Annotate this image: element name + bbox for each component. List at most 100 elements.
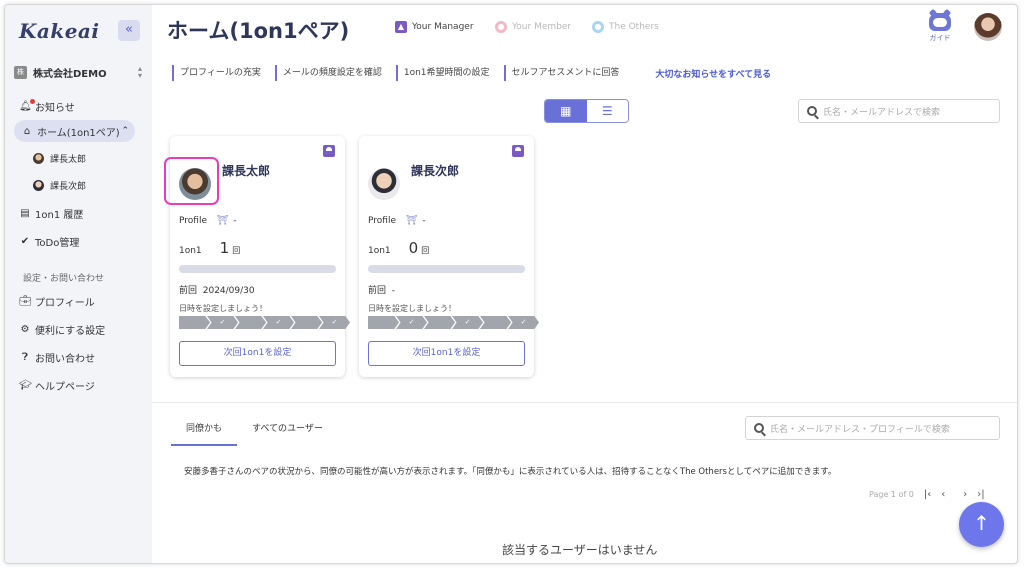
notice-links: プロフィールの充実 メールの頻度設定を確認 1on1希望時間の設定 セルフアセス… [172,65,771,81]
step-segment [291,316,322,329]
link-self-assessment[interactable]: セルフアセスメントに回答 [503,65,619,81]
previous-label: 前回 [179,286,198,296]
manager-badge-icon [323,145,335,157]
settings-section-label: 設定・お問い合わせ [23,274,105,284]
next-page-icon[interactable]: › [963,489,967,500]
sidebar-item-preferences[interactable]: ⚙ 便利にする設定 [19,320,106,338]
pair-name: 課長次郎 [411,164,460,178]
others-icon: ● [592,21,604,33]
manager-badge-icon [512,145,524,157]
step-segment [424,316,455,329]
last-page-icon[interactable]: ›| [977,489,984,500]
question-icon: ❓︎ [21,351,28,363]
progress-bar [179,265,336,273]
link-profile[interactable]: プロフィールの充実 [172,65,261,81]
search-icon [807,106,817,116]
company-switcher[interactable]: 株 株式会社DEMO ▴ ▾ [14,63,142,81]
collapse-sidebar-button[interactable]: « [118,20,140,41]
company-badge: 株 [14,65,27,79]
count-label: 1on1 [368,246,391,256]
role-label: Your Member [512,22,572,32]
step-check-icon: ✓ [508,316,539,329]
step-check-icon: ✓ [207,316,238,329]
briefcase-icon: 💼︎ [19,295,32,307]
step-segment [368,316,399,329]
sidebar-item-notifications[interactable]: 🔔︎ お知らせ [19,96,75,116]
company-name: 株式会社DEMO [33,68,107,80]
sidebar-item-history[interactable]: ▤ 1on1 履歴 [19,204,83,222]
pair-search-field[interactable]: 氏名・メールアドレスで検索 [798,99,1000,123]
step-progress: ✓ ✓ ✓ [368,316,539,329]
schedule-next-1on1-button[interactable]: 次回1on1を設定 [179,341,336,366]
profile-label: Profile [179,216,207,226]
double-chevron-left-icon: « [125,22,133,37]
pair-name: 課長太郎 [222,164,271,178]
cake-icon: ⛩︎ [405,216,418,226]
user-search-field[interactable]: 氏名・メールアドレス・プロフィールで検索 [745,416,1000,440]
role-filter-others[interactable]: ● The Others [592,21,659,33]
prev-page-icon[interactable]: ‹ [941,489,945,500]
grid-icon: ▦ [560,104,572,118]
sidebar: Kakeai « 株 株式会社DEMO ▴ ▾ 🔔︎ お知らせ ⌂ ホーム(1on… [5,5,152,563]
schedule-next-1on1-button[interactable]: 次回1on1を設定 [368,341,525,366]
role-filter-manager[interactable]: ▲ Your Manager [395,21,474,33]
guide-label: ガイド [929,34,951,42]
sidebar-item-label: ヘルプページ [35,381,95,393]
notification-dot [30,98,35,104]
sidebar-item-help[interactable]: 🎓︎ ヘルプページ [19,376,95,394]
sidebar-item-label: お問い合わせ [35,353,95,365]
first-page-icon[interactable]: |‹ [924,489,931,500]
previous-value: 2024/09/30 [202,286,255,296]
previous-label: 前回 [368,286,387,296]
sidebar-item-pair-taro[interactable]: 課長太郎 [33,150,86,166]
progress-bar [368,265,525,273]
guide-button[interactable]: ガイド [926,13,954,43]
section-divider [152,402,1017,403]
main-content: ホーム(1on1ペア) ▲ Your Manager ● Your Member… [152,5,1017,563]
sidebar-item-label: ToDo管理 [35,237,80,249]
arrow-up-icon: ↑ [973,511,990,535]
avatar [33,152,44,164]
profile-row: Profile ⛩︎ - [368,216,426,226]
role-filter-member[interactable]: ● Your Member [495,21,571,33]
sidebar-item-pair-jiro[interactable]: 課長次郎 [33,177,86,193]
chevron-up-icon: ⌃ [121,126,129,136]
list-view-button[interactable]: ☰ [586,100,628,122]
search-placeholder: 氏名・メールアドレス・プロフィールで検索 [770,424,950,435]
sidebar-item-home[interactable]: ⌂ ホーム(1on1ペア) ⌃ [14,120,135,142]
colleague-description: 安藤多香子さんのペアの状況から、同僚の可能性が高い方が表示されます。「同僚かも」… [184,467,837,477]
updown-chevron-icon: ▴ ▾ [137,64,142,80]
scroll-to-top-button[interactable]: ↑ [959,502,1004,547]
avatar-highlight-annotation [164,157,219,205]
colleague-tabs: 同僚かも すべてのユーザー [171,417,338,446]
count-label: 1on1 [179,246,202,256]
sidebar-item-profile[interactable]: 💼︎ プロフィール [19,292,95,310]
sidebar-item-label: お知らせ [35,102,75,114]
cake-icon: ⛩︎ [216,216,229,226]
list-icon: ☰ [601,104,613,118]
step-check-icon: ✓ [319,316,350,329]
sidebar-item-label: 便利にする設定 [35,325,106,337]
role-label: Your Manager [412,22,474,32]
sidebar-item-contact[interactable]: ❓︎ お問い合わせ [19,348,95,366]
search-icon [754,423,764,433]
pair-card-jiro[interactable]: 課長次郎 Profile ⛩︎ - 1on1 0 回 前回 - 日時を設定しまし… [359,136,539,377]
manager-icon: ▲ [395,21,407,33]
tab-all-users[interactable]: すべてのユーザー [237,417,338,446]
link-1on1-time[interactable]: 1on1希望時間の設定 [395,65,490,81]
empty-state-message: 該当するユーザーはいません [502,543,658,557]
tab-possible-colleagues[interactable]: 同僚かも [171,417,238,446]
history-icon: ▤ [20,207,30,219]
grid-view-button[interactable]: ▦ [545,100,587,122]
user-avatar[interactable] [974,13,1002,41]
app-logo: Kakeai [19,19,100,43]
link-all-notices[interactable]: 大切なお知らせをすべて見る [655,67,771,80]
role-label: The Others [609,22,659,32]
sidebar-item-label: プロフィール [35,297,95,309]
page-title: ホーム(1on1ペア) [167,19,350,43]
link-mail-frequency[interactable]: メールの頻度設定を確認 [274,65,382,81]
page-indicator: Page 1 of 0 [869,490,914,499]
sidebar-item-todo[interactable]: ✔ ToDo管理 [19,232,80,250]
pagination: Page 1 of 0 |‹ ‹ › ›| [869,489,985,500]
count-value: 0 [408,239,419,257]
